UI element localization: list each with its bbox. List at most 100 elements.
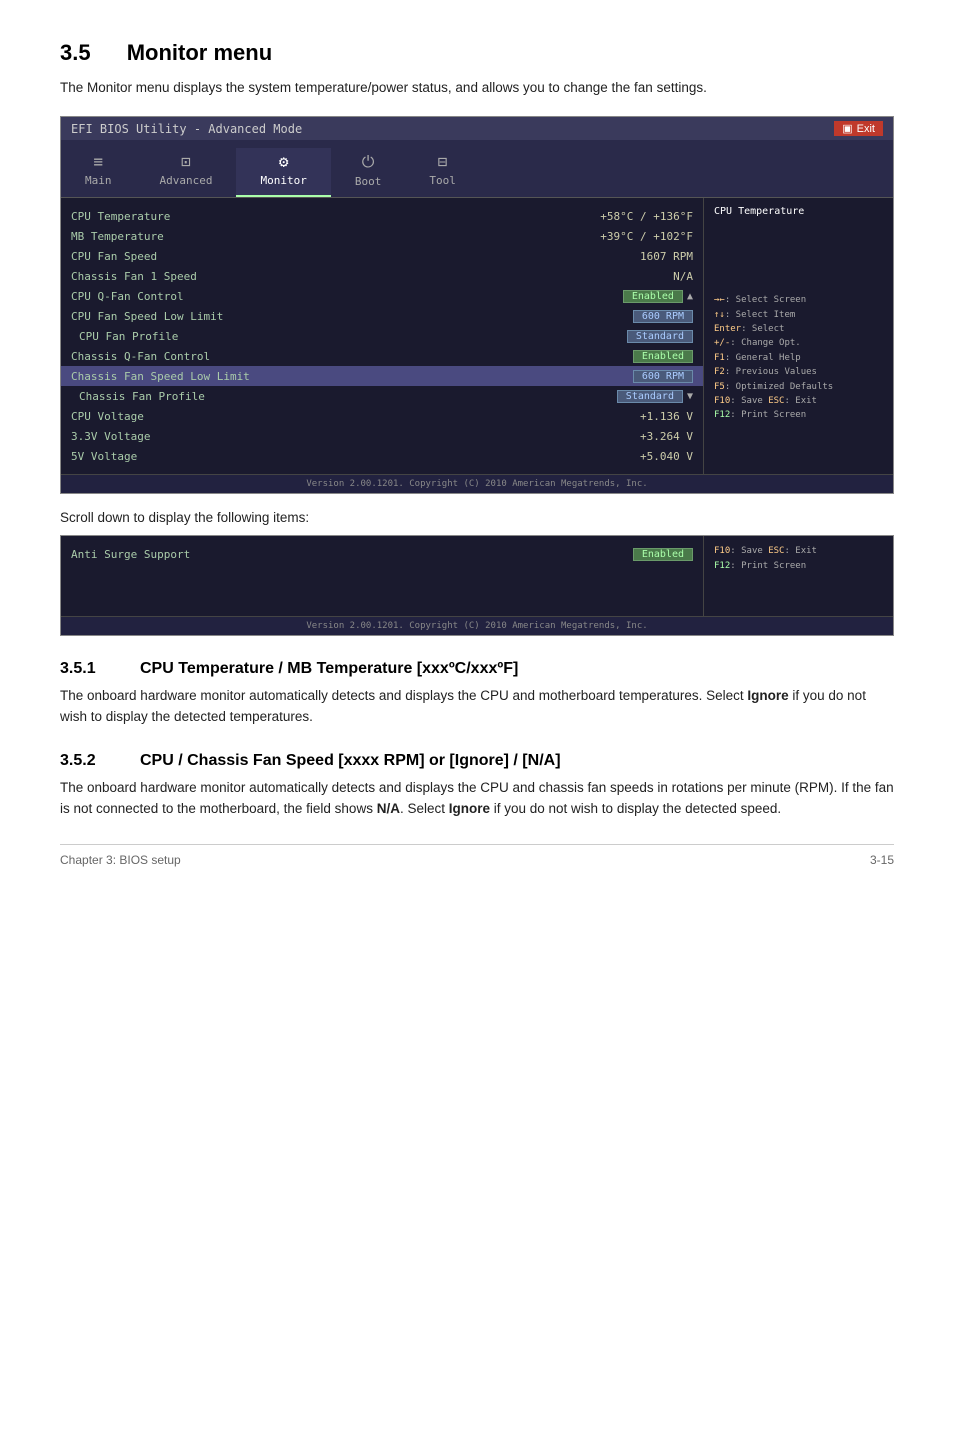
- bios-exit-button[interactable]: ▣ Exit: [834, 121, 883, 136]
- nav-boot-label: Boot: [355, 175, 382, 188]
- row-5v-voltage: 5V Voltage +5.040 V: [61, 446, 703, 466]
- row-label-chassis-fan-low: Chassis Fan Speed Low Limit: [71, 370, 633, 383]
- row-anti-surge: Anti Surge Support Enabled: [61, 544, 703, 564]
- bios-small-right: F10: Save ESC: Exit F12: Print Screen: [703, 536, 893, 616]
- main-icon: ≡: [93, 152, 103, 171]
- nav-boot[interactable]: ⏻ Boot: [331, 148, 406, 197]
- subsection-352: 3.5.2 CPU / Chassis Fan Speed [xxxx RPM]…: [60, 752, 894, 770]
- nav-advanced[interactable]: ⊡ Advanced: [136, 148, 237, 197]
- page-footer: Chapter 3: BIOS setup 3-15: [60, 853, 894, 867]
- row-label-cpu-fan: CPU Fan Speed: [71, 250, 640, 263]
- help-select-item: ↑↓: Select Item: [714, 308, 883, 322]
- row-value-cpu-fan-profile: Standard: [627, 330, 693, 343]
- bios-titlebar: EFI BIOS Utility - Advanced Mode ▣ Exit: [61, 117, 893, 140]
- row-value-cpu-qfan: Enabled: [623, 290, 683, 303]
- row-cpu-qfan: CPU Q-Fan Control Enabled ▲: [61, 286, 703, 306]
- bios-footer-small: Version 2.00.1201. Copyright (C) 2010 Am…: [61, 616, 893, 635]
- bios-footer-main: Version 2.00.1201. Copyright (C) 2010 Am…: [61, 474, 893, 493]
- page: 3.5 Monitor menu The Monitor menu displa…: [0, 0, 954, 907]
- row-value-chassis-fan-low: 600 RPM: [633, 370, 693, 383]
- row-label-cpu-fan-profile: CPU Fan Profile: [71, 330, 627, 343]
- nav-main[interactable]: ≡ Main: [61, 148, 136, 197]
- bios-right-panel: CPU Temperature →←: Select Screen ↑↓: Se…: [703, 198, 893, 474]
- row-label-5v: 5V Voltage: [71, 450, 640, 463]
- subsection-351-body: The onboard hardware monitor automatical…: [60, 686, 894, 728]
- advanced-icon: ⊡: [181, 152, 191, 171]
- small-help-f10: F10: Save ESC: Exit: [714, 544, 883, 558]
- nav-main-label: Main: [85, 174, 112, 187]
- bios-screenshot-small: Anti Surge Support Enabled F10: Save ESC…: [60, 535, 894, 636]
- help-f12: F12: Print Screen: [714, 408, 883, 422]
- page-divider: [60, 844, 894, 845]
- scroll-arrow-up: ▲: [687, 291, 693, 302]
- scroll-arrow-down: ▼: [687, 391, 693, 402]
- row-value-5v: +5.040 V: [640, 450, 693, 463]
- section-heading: Monitor menu: [127, 40, 272, 65]
- bios-small-body: Anti Surge Support Enabled F10: Save ESC…: [61, 536, 893, 616]
- subsection-351-number: 3.5.1: [60, 660, 120, 678]
- scroll-note: Scroll down to display the following ite…: [60, 510, 894, 525]
- row-cpu-fan-low: CPU Fan Speed Low Limit 600 RPM: [61, 306, 703, 326]
- row-value-chassis-fan: N/A: [673, 270, 693, 283]
- nav-advanced-label: Advanced: [160, 174, 213, 187]
- row-chassis-fan-speed: Chassis Fan 1 Speed N/A: [61, 266, 703, 286]
- section-number: 3.5: [60, 40, 91, 65]
- row-label-chassis-qfan: Chassis Q-Fan Control: [71, 350, 633, 363]
- nav-tool[interactable]: ⊟ Tool: [405, 148, 480, 197]
- subsection-352-body: The onboard hardware monitor automatical…: [60, 778, 894, 820]
- exit-icon: ▣: [842, 122, 852, 135]
- row-cpu-voltage: CPU Voltage +1.136 V: [61, 406, 703, 426]
- bios-left-panel: CPU Temperature +58°C / +136°F MB Temper…: [61, 198, 703, 474]
- row-label-cpu-fan-low: CPU Fan Speed Low Limit: [71, 310, 633, 323]
- subsection-352-title: CPU / Chassis Fan Speed [xxxx RPM] or [I…: [140, 752, 561, 770]
- boot-icon: ⏻: [362, 152, 375, 172]
- row-cpu-fan-speed: CPU Fan Speed 1607 RPM: [61, 246, 703, 266]
- subsection-352-number: 3.5.2: [60, 752, 120, 770]
- row-cpu-temperature: CPU Temperature +58°C / +136°F: [61, 206, 703, 226]
- help-f1: F1: General Help: [714, 351, 883, 365]
- row-value-mb-temp: +39°C / +102°F: [600, 230, 693, 243]
- tool-icon: ⊟: [438, 152, 448, 171]
- section-title: 3.5 Monitor menu: [60, 40, 894, 66]
- help-enter: Enter: Select: [714, 322, 883, 336]
- footer-page: 3-15: [870, 853, 894, 867]
- section-description: The Monitor menu displays the system tem…: [60, 78, 894, 98]
- row-value-chassis-fan-profile: Standard: [617, 390, 683, 403]
- help-title: CPU Temperature: [714, 206, 883, 217]
- help-select-screen: →←: Select Screen: [714, 293, 883, 307]
- small-help-f12: F12: Print Screen: [714, 559, 883, 573]
- row-value-cpu-temp: +58°C / +136°F: [600, 210, 693, 223]
- row-33v-voltage: 3.3V Voltage +3.264 V: [61, 426, 703, 446]
- help-f5: F5: Optimized Defaults: [714, 380, 883, 394]
- row-label-chassis-fan-profile: Chassis Fan Profile: [71, 390, 617, 403]
- row-value-cpu-voltage: +1.136 V: [640, 410, 693, 423]
- row-value-cpu-fan-low: 600 RPM: [633, 310, 693, 323]
- subsection-351: 3.5.1 CPU Temperature / MB Temperature […: [60, 660, 894, 678]
- row-mb-temperature: MB Temperature +39°C / +102°F: [61, 226, 703, 246]
- help-f2: F2: Previous Values: [714, 365, 883, 379]
- row-chassis-fan-profile: Chassis Fan Profile Standard ▼: [61, 386, 703, 406]
- bios-small-left: Anti Surge Support Enabled: [61, 536, 703, 616]
- help-change: +/-: Change Opt.: [714, 336, 883, 350]
- bios-title: EFI BIOS Utility - Advanced Mode: [71, 122, 302, 136]
- row-label-mb-temp: MB Temperature: [71, 230, 600, 243]
- bios-nav: ≡ Main ⊡ Advanced ⚙ Monitor ⏻ Boot ⊟ Too…: [61, 140, 893, 198]
- subsection-351-title: CPU Temperature / MB Temperature [xxxºC/…: [140, 660, 518, 678]
- exit-label: Exit: [857, 123, 875, 135]
- row-label-cpu-qfan: CPU Q-Fan Control: [71, 290, 623, 303]
- row-value-anti-surge: Enabled: [633, 548, 693, 561]
- row-label-cpu-temp: CPU Temperature: [71, 210, 600, 223]
- nav-monitor[interactable]: ⚙ Monitor: [236, 148, 330, 197]
- monitor-icon: ⚙: [279, 152, 289, 171]
- footer-chapter: Chapter 3: BIOS setup: [60, 853, 181, 867]
- nav-monitor-label: Monitor: [260, 174, 306, 187]
- row-label-anti-surge: Anti Surge Support: [71, 548, 633, 561]
- row-label-chassis-fan: Chassis Fan 1 Speed: [71, 270, 673, 283]
- row-chassis-fan-low: Chassis Fan Speed Low Limit 600 RPM: [61, 366, 703, 386]
- row-cpu-fan-profile: CPU Fan Profile Standard: [61, 326, 703, 346]
- row-value-chassis-qfan: Enabled: [633, 350, 693, 363]
- row-value-cpu-fan: 1607 RPM: [640, 250, 693, 263]
- bios-screenshot-main: EFI BIOS Utility - Advanced Mode ▣ Exit …: [60, 116, 894, 494]
- row-label-cpu-voltage: CPU Voltage: [71, 410, 640, 423]
- row-label-33v: 3.3V Voltage: [71, 430, 640, 443]
